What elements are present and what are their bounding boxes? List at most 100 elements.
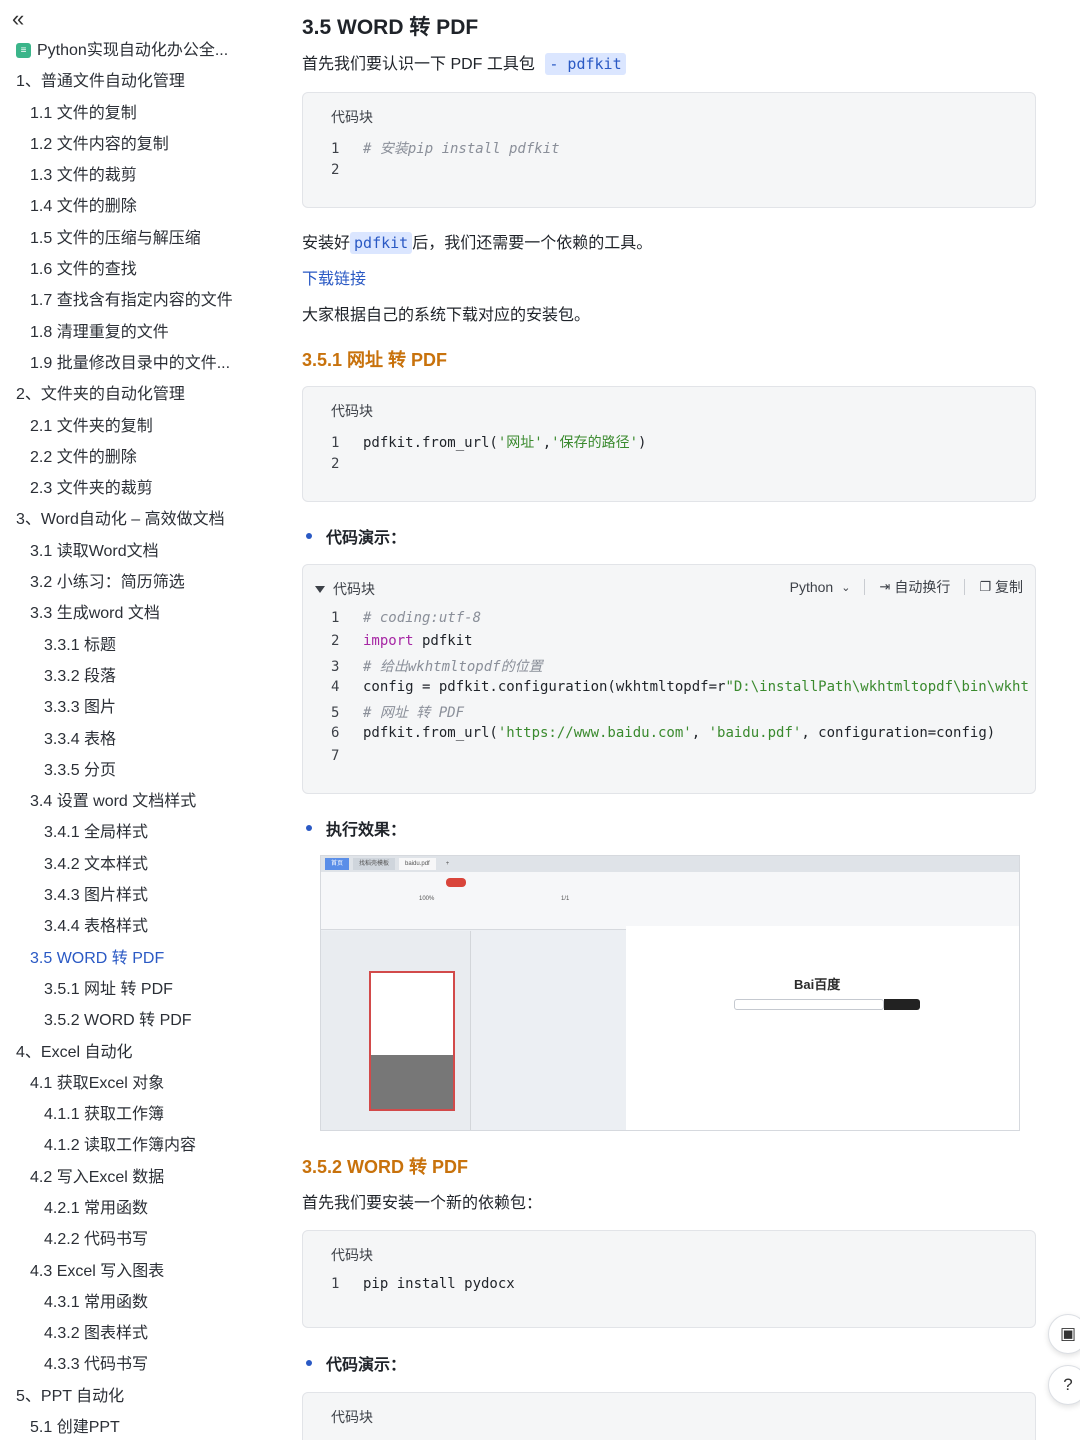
bullet-dot <box>306 533 312 539</box>
toc-item[interactable]: 3.3.3 图片 <box>0 692 280 723</box>
toc-item[interactable]: 4.3.1 常用函数 <box>0 1287 280 1318</box>
toc-item[interactable]: 3.2 小练习：简历筛选 <box>0 567 280 598</box>
pdf-result-screenshot: 首页 找稻壳模板 baidu.pdf + 100% 1/1 Bai百度 <box>320 855 1020 1131</box>
toc-item[interactable]: 1.4 文件的删除 <box>0 191 280 222</box>
code-line: 2 import pdfkit <box>331 633 473 649</box>
toc-item[interactable]: 1.5 文件的压缩与解压缩 <box>0 223 280 254</box>
code-block-from-url: 代码块 1 pdfkit.from_url('网址','保存的路径') 2 <box>302 386 1036 502</box>
bullet-code-demo-2: 代码演示： <box>302 1351 406 1375</box>
bullet-code-demo: 代码演示： <box>302 524 406 548</box>
toc-item[interactable]: 4、Excel 自动化 <box>0 1037 280 1068</box>
baidu-search-bar <box>734 999 884 1010</box>
code-block-label: 代码块 <box>331 1409 373 1425</box>
toc-item[interactable]: 4.2 写入Excel 数据 <box>0 1162 280 1193</box>
code-line: 1 pip install pydocx <box>331 1276 515 1292</box>
code-line: 4 config = pdfkit.configuration(wkhtmltop… <box>331 679 1029 695</box>
wrap-icon: ⇥ <box>879 579 891 594</box>
toc-list: ≡ Python实现自动化办公全... 1、普通文件自动化管理 1.1 文件的复制… <box>0 35 280 1440</box>
doc-title-label: Python实现自动化办公全... <box>37 42 229 59</box>
toc-item[interactable]: 4.3.3 代码书写 <box>0 1349 280 1380</box>
baidu-search-button <box>884 999 920 1010</box>
toc-item[interactable]: 3.1 读取Word文档 <box>0 536 280 567</box>
toc-item[interactable]: 2、文件夹的自动化管理 <box>0 379 280 410</box>
collapse-sidebar-icon[interactable]: « <box>12 8 36 32</box>
toc-item[interactable]: 1、普通文件自动化管理 <box>0 66 280 97</box>
bullet-dot <box>306 825 312 831</box>
toc-item[interactable]: 1.2 文件内容的复制 <box>0 129 280 160</box>
intro-paragraph: 首先我们要认识一下 PDF 工具包 - pdfkit <box>302 50 626 75</box>
toc-item[interactable]: 4.1 获取Excel 对象 <box>0 1068 280 1099</box>
toc-item[interactable]: 3.3.5 分页 <box>0 755 280 786</box>
toc-item[interactable]: 3.5.1 网址 转 PDF <box>0 974 280 1005</box>
code-block-header[interactable]: 代码块 <box>315 579 375 599</box>
intro-inline-code: - pdfkit <box>545 53 626 75</box>
code-block-label: 代码块 <box>331 403 373 419</box>
page-title: 3.5 WORD 转 PDF <box>302 16 479 39</box>
toc-item[interactable]: 2.2 文件的删除 <box>0 442 280 473</box>
toc-item[interactable]: 3、Word自动化 – 高效做文档 <box>0 504 280 535</box>
toc-item[interactable]: 3.4.3 图片样式 <box>0 880 280 911</box>
bullet-result: 执行效果： <box>302 816 406 840</box>
collapse-triangle-icon[interactable] <box>315 585 325 593</box>
document-icon: ≡ <box>16 43 31 59</box>
toc-item[interactable]: 1.1 文件的复制 <box>0 98 280 129</box>
code-block-label: 代码块 <box>331 109 373 125</box>
code-line: 2 <box>331 456 340 472</box>
toc-item[interactable]: 1.9 批量修改目录中的文件... <box>0 348 280 379</box>
code-block-pydocx: 代码块 1 pip install pydocx <box>302 1230 1036 1328</box>
copy-button[interactable]: ❐ 复制 <box>979 577 1023 597</box>
code-line: 1 pdfkit.from_url('网址','保存的路径') <box>331 435 647 451</box>
toc-item[interactable]: 3.4 设置 word 文档样式 <box>0 786 280 817</box>
toc-item[interactable]: 3.3.4 表格 <box>0 724 280 755</box>
code-line: 1 # coding:utf-8 <box>331 610 482 626</box>
toc-item[interactable]: 1.3 文件的裁剪 <box>0 160 280 191</box>
toc-item[interactable]: 3.4.1 全局样式 <box>0 817 280 848</box>
code-block-label: 代码块 <box>331 1247 373 1263</box>
viewer-tabs: 首页 找稻壳模板 baidu.pdf + <box>321 856 1019 872</box>
language-select[interactable]: Python ⌄ <box>790 579 851 595</box>
toc-item[interactable]: 3.3 生成word 文档 <box>0 598 280 629</box>
code-block-demo: 代码块 Python ⌄ ⇥ 自动换行 ❐ 复制 1 # coding:utf-8 2i… <box>302 564 1036 794</box>
toc-item[interactable]: 3.5 WORD 转 PDF <box>0 943 280 974</box>
section-heading-url-to-pdf: 3.5.1 网址 转 PDF <box>302 350 448 370</box>
document-outline-button[interactable]: ▣ <box>1048 1314 1080 1354</box>
install-inline-code: pdfkit <box>350 232 413 254</box>
toc-item[interactable]: 1.7 查找含有指定内容的文件 <box>0 285 280 316</box>
toc-item[interactable]: 4.3 Excel 写入图表 <box>0 1256 280 1287</box>
toc-item[interactable]: 3.3.1 标题 <box>0 630 280 661</box>
toc-item[interactable]: 2.3 文件夹的裁剪 <box>0 473 280 504</box>
code-line: 5 # 网址 转 PDF <box>331 705 465 721</box>
pdf-page-render: Bai百度 <box>626 926 1019 1130</box>
toc-item[interactable]: 3.4.4 表格样式 <box>0 911 280 942</box>
page-thumbnail <box>369 971 455 1111</box>
install-pydocx-paragraph: 首先我们要安装一个新的依赖包： <box>302 1195 543 1212</box>
auto-wrap-button[interactable]: ⇥ 自动换行 <box>879 577 950 597</box>
viewer-toolbar: 100% 1/1 <box>321 872 1019 930</box>
code-block-demo-2: 代码块 <box>302 1392 1036 1440</box>
start-tab-icon <box>446 878 466 887</box>
toc-item[interactable]: 4.3.2 图表样式 <box>0 1318 280 1349</box>
toc-item[interactable]: 5、PPT 自动化 <box>0 1381 280 1412</box>
sidebar-toc: « ≡ Python实现自动化办公全... 1、普通文件自动化管理 1.1 文件的… <box>0 0 280 1440</box>
download-link[interactable]: 下载链接 <box>302 265 366 289</box>
toc-item[interactable]: 1.6 文件的查找 <box>0 254 280 285</box>
help-button[interactable]: ? <box>1048 1365 1080 1405</box>
toc-item[interactable]: 5.1 创建PPT <box>0 1412 280 1440</box>
toc-item[interactable]: 2.1 文件夹的复制 <box>0 411 280 442</box>
copy-icon: ❐ <box>979 579 991 594</box>
intro-text: 首先我们要认识一下 PDF 工具包 <box>302 56 535 73</box>
code-line: 3 # 给出wkhtmltopdf的位置 <box>331 659 543 675</box>
toc-item[interactable]: 4.1.1 获取工作簿 <box>0 1099 280 1130</box>
code-line: 1 # 安装pip install pdfkit <box>331 141 560 157</box>
toc-item[interactable]: 4.2.1 常用函数 <box>0 1193 280 1224</box>
toc-item[interactable]: 4.2.2 代码书写 <box>0 1224 280 1255</box>
toc-item[interactable]: 3.5.2 WORD 转 PDF <box>0 1005 280 1036</box>
toc-item[interactable]: 1.8 清理重复的文件 <box>0 317 280 348</box>
toc-item[interactable]: 3.3.2 段落 <box>0 661 280 692</box>
toc-item[interactable]: 3.4.2 文本样式 <box>0 849 280 880</box>
chevron-down-icon: ⌄ <box>841 581 851 594</box>
baidu-logo: Bai百度 <box>794 977 841 992</box>
toc-item[interactable]: 4.1.2 读取工作簿内容 <box>0 1130 280 1161</box>
document-icon: ▣ <box>1059 1324 1077 1343</box>
toc-doc-title[interactable]: ≡ Python实现自动化办公全... <box>0 35 280 66</box>
